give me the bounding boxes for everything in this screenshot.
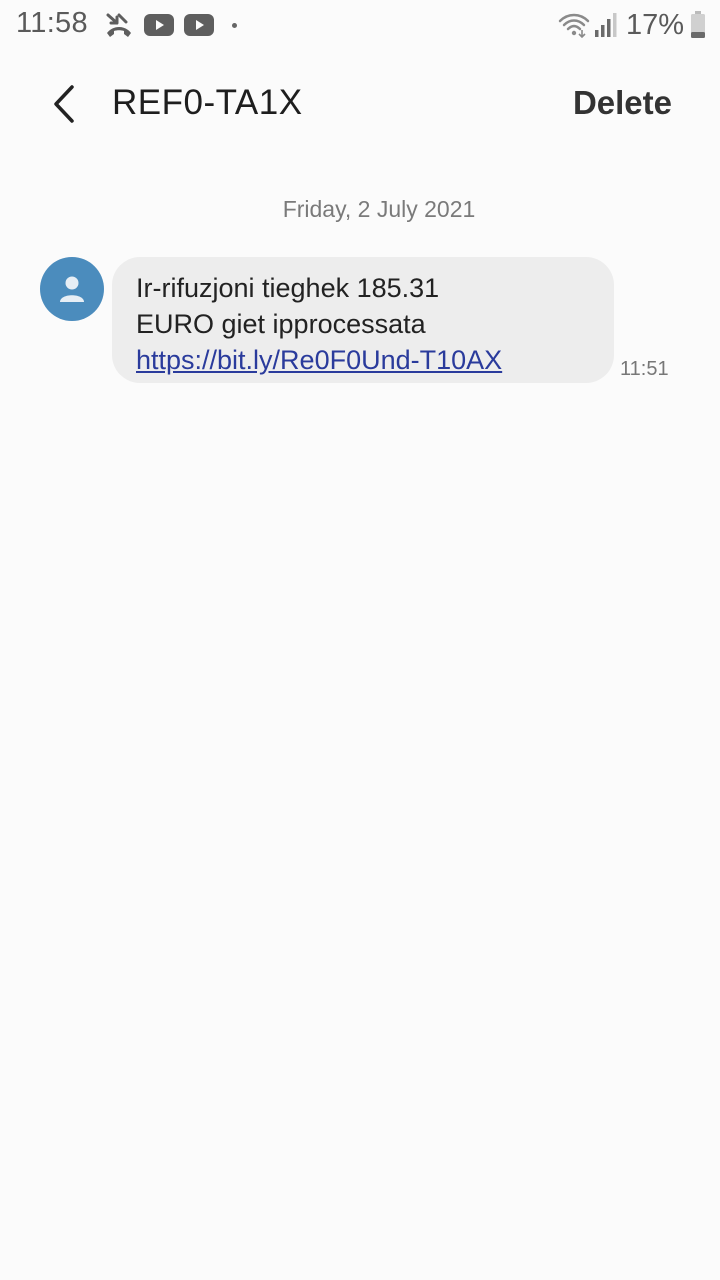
missed-call-icon	[104, 11, 134, 39]
battery-icon	[690, 11, 706, 39]
youtube-icon	[144, 14, 174, 36]
status-bar: 11:58 17%	[0, 0, 720, 50]
battery-percent: 17%	[625, 8, 684, 41]
avatar[interactable]	[40, 257, 104, 321]
dot-icon	[232, 22, 237, 28]
delete-button[interactable]: Delete	[573, 84, 672, 122]
status-time: 11:58	[16, 7, 88, 39]
message-link[interactable]: https://bit.ly/Re0F0Und-T10AX	[136, 345, 502, 375]
message-timestamp: 11:51	[620, 358, 669, 380]
date-separator: Friday, 2 July 2021	[282, 196, 476, 222]
chevron-left-icon	[51, 85, 77, 123]
back-button[interactable]	[40, 80, 88, 128]
contact-name: REF0-TA1X	[112, 83, 303, 122]
wifi-icon	[558, 12, 590, 38]
message-text-line: Ir-rifuzjoni tieghek 185.31	[136, 273, 440, 303]
message-text-line: EURO giet ipprocessata	[136, 309, 426, 339]
message-bubble[interactable]: Ir-rifuzjoni tieghek 185.31 EURO giet ip…	[112, 257, 614, 383]
conversation-header: REF0-TA1X Delete	[0, 50, 720, 160]
signal-icon	[594, 12, 618, 38]
person-icon	[59, 275, 85, 303]
system-icons: 17%	[558, 8, 706, 42]
youtube-icon	[184, 14, 214, 36]
notification-icons	[104, 10, 237, 40]
